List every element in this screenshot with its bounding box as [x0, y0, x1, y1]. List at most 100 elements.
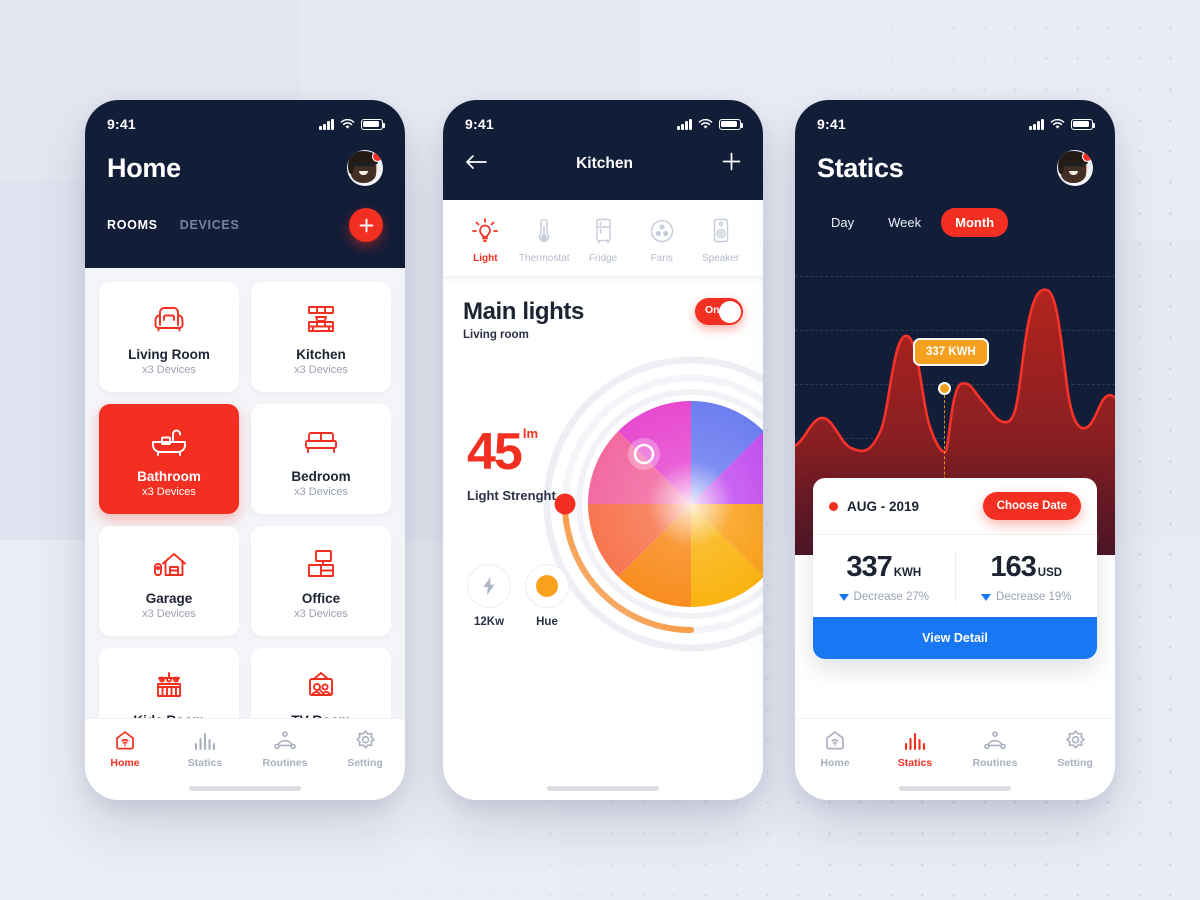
device-title-row: Main lights Living room On: [443, 276, 763, 341]
tabbar-item-routines[interactable]: Routines: [955, 729, 1035, 769]
metric-value: 163: [990, 551, 1036, 583]
home-indicator[interactable]: [899, 786, 1011, 791]
tabbar-item-home[interactable]: Home: [795, 729, 875, 769]
garage-house-icon: [150, 542, 188, 586]
metric-delta-label: Decrease 27%: [853, 591, 929, 603]
home-indicator[interactable]: [189, 786, 301, 791]
device-tab-fans[interactable]: Fans: [633, 216, 690, 264]
device-tab-thermostat[interactable]: Thermostat: [516, 216, 573, 264]
phone-screen-home: 9:41 Home ROOMS DEVICES Living Room x3 D…: [85, 100, 405, 800]
tabbar-item-setting[interactable]: Setting: [1035, 729, 1115, 769]
chart-highlight-dot[interactable]: [938, 382, 951, 395]
room-card-office[interactable]: Office x3 Devices: [251, 526, 391, 636]
room-card-garage[interactable]: Garage x3 Devices: [99, 526, 239, 636]
metric-delta: Decrease 27%: [838, 591, 929, 603]
tabbar-label: Statics: [187, 757, 223, 769]
tabbar-item-setting[interactable]: Setting: [325, 729, 405, 769]
bar-chart-icon: [193, 729, 217, 751]
statics-title-row: Statics: [795, 138, 1115, 186]
sofa-icon: [149, 298, 189, 342]
status-bar: 9:41: [795, 100, 1115, 138]
period-segmented-control: Day Week Month: [795, 186, 1115, 237]
light-strength-unit: lm: [522, 426, 539, 441]
toggle-label: On: [705, 304, 720, 316]
view-detail-button[interactable]: View Detail: [813, 617, 1097, 659]
crib-icon: [150, 664, 188, 708]
room-card-kitchen[interactable]: Kitchen x3 Devices: [251, 282, 391, 392]
avatar[interactable]: [347, 150, 383, 186]
home-wifi-icon: [824, 729, 846, 751]
hue-color-icon: [525, 564, 569, 608]
statics-summary-card: AUG - 2019 Choose Date 337 KWH Decrease 2…: [813, 478, 1097, 659]
avatar-notification-badge: [1082, 151, 1093, 162]
choose-date-button[interactable]: Choose Date: [982, 492, 1081, 520]
chip-label: 12Kw: [473, 616, 505, 628]
tabbar-item-statics[interactable]: Statics: [875, 729, 955, 769]
kitchen-counter-icon: [302, 298, 340, 342]
chart-tooltip: 337 KWH: [913, 338, 989, 366]
bed-icon: [301, 420, 341, 464]
phone-screen-kitchen: 9:41 Kitchen Light Thermostat Fridge Fan…: [443, 100, 763, 800]
summary-date: AUG - 2019: [829, 499, 919, 514]
device-tab-light[interactable]: Light: [457, 216, 514, 264]
home-indicator[interactable]: [547, 786, 659, 791]
tab-devices[interactable]: DEVICES: [180, 218, 240, 232]
segment-month[interactable]: Month: [941, 208, 1009, 237]
tabbar-label: Statics: [897, 757, 933, 769]
plus-icon[interactable]: [722, 152, 741, 176]
plus-icon: [359, 218, 373, 232]
gear-icon: [1064, 729, 1087, 751]
tabbar-item-home[interactable]: Home: [85, 729, 165, 769]
device-tab-speaker[interactable]: Speaker: [692, 216, 749, 264]
back-arrow-icon[interactable]: [465, 154, 487, 175]
metric-unit: KWH: [893, 567, 922, 579]
room-device-count: x3 Devices: [142, 364, 196, 376]
tabbar-label: Setting: [347, 757, 383, 769]
room-card-bathroom[interactable]: Bathroom x3 Devices: [99, 404, 239, 514]
cellular-bars-icon: [319, 118, 334, 130]
speaker-icon: [711, 216, 731, 246]
color-wheel-picker[interactable]: [541, 354, 763, 654]
thermometer-icon: [536, 216, 552, 246]
tabbar-item-routines[interactable]: Routines: [245, 729, 325, 769]
cellular-bars-icon: [1029, 118, 1044, 130]
tabbar-label: Home: [110, 757, 140, 769]
add-room-button[interactable]: [349, 208, 383, 242]
device-tab-fridge[interactable]: Fridge: [575, 216, 632, 264]
room-card-bedroom[interactable]: Bedroom x3 Devices: [251, 404, 391, 514]
tabbar-item-statics[interactable]: Statics: [165, 729, 245, 769]
home-header: 9:41 Home ROOMS DEVICES: [85, 100, 405, 268]
light-power-toggle[interactable]: On: [695, 298, 743, 325]
device-tab-label: Light: [473, 253, 498, 264]
device-subtitle: Living room: [463, 329, 529, 341]
device-title: Main lights: [463, 298, 584, 325]
room-device-count: x3 Devices: [142, 486, 196, 498]
segment-week[interactable]: Week: [874, 208, 935, 237]
status-icons: [677, 118, 744, 130]
tab-rooms[interactable]: ROOMS: [107, 218, 158, 232]
chip-hue[interactable]: Hue: [525, 564, 569, 628]
device-tab-label: Fridge: [588, 253, 618, 264]
arrow-down-icon: [838, 593, 849, 601]
tabbar-label: Home: [820, 757, 850, 769]
device-type-tabs: Light Thermostat Fridge Fans Speaker: [443, 200, 763, 276]
routines-node-icon: [273, 729, 297, 751]
page-title: Statics: [817, 152, 904, 183]
room-card-living-room[interactable]: Living Room x3 Devices: [99, 282, 239, 392]
tv-icon: [302, 664, 340, 708]
nav-row: Kitchen: [443, 138, 763, 176]
metric-unit: USD: [1037, 567, 1063, 579]
summary-date-row: AUG - 2019 Choose Date: [813, 478, 1097, 535]
device-chips: 12Kw Hue: [467, 564, 569, 628]
tabbar-label: Routines: [972, 757, 1018, 769]
fridge-icon: [593, 216, 613, 246]
gear-icon: [354, 729, 377, 751]
room-device-count: x3 Devices: [294, 364, 348, 376]
status-time: 9:41: [107, 116, 136, 132]
chip-power[interactable]: 12Kw: [467, 564, 511, 628]
avatar[interactable]: [1057, 150, 1093, 186]
segment-day[interactable]: Day: [817, 208, 868, 237]
battery-icon: [361, 118, 386, 130]
room-name: Bathroom: [137, 469, 201, 484]
bathtub-icon: [149, 420, 189, 464]
